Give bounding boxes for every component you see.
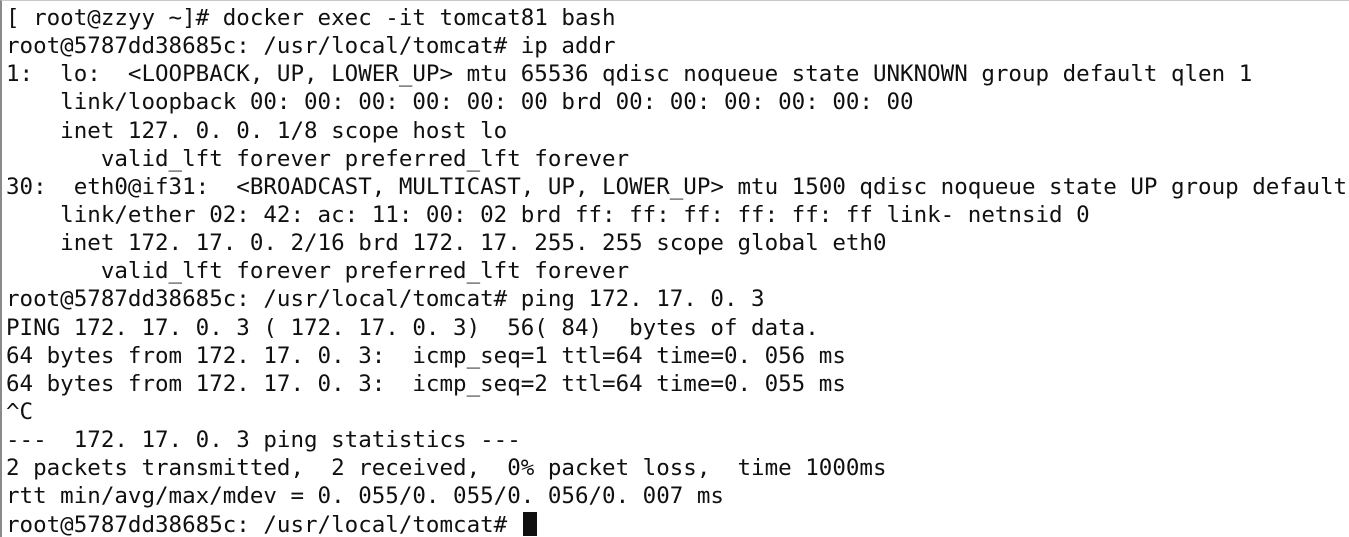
output-line-15: ^C <box>6 398 34 425</box>
text-cursor <box>522 511 537 536</box>
output-line-4: link/loopback 00: 00: 00: 00: 00: 00 brd… <box>6 89 914 116</box>
output-line-2: root@5787dd38685c: /usr/local/tomcat# ip… <box>6 33 616 60</box>
output-line-1: [ root@zzyy ~]# docker exec -it tomcat81… <box>6 5 616 31</box>
output-line-8: link/ether 02: 42: ac: 11: 00: 02 brd ff… <box>6 201 1090 228</box>
output-line-10: valid_lft forever preferred_lft forever <box>6 258 630 285</box>
output-line-14: 64 bytes from 172. 17. 0. 3: icmp_seq=2 … <box>6 370 846 397</box>
output-line-16: --- 172. 17. 0. 3 ping statistics --- <box>6 427 521 454</box>
output-line-6: valid_lft forever preferred_lft forever <box>6 145 630 172</box>
prompt-line[interactable]: root@5787dd38685c: /usr/local/tomcat# <box>6 511 1349 537</box>
terminal-window[interactable]: [ root@zzyy ~]# docker exec -it tomcat81… <box>0 0 1349 537</box>
output-line-12: PING 172. 17. 0. 3 ( 172. 17. 0. 3) 56( … <box>6 314 819 341</box>
output-line-9: inet 172. 17. 0. 2/16 brd 172. 17. 255. … <box>6 230 887 257</box>
output-line-18: rtt min/avg/max/mdev = 0. 055/0. 055/0. … <box>6 483 724 510</box>
shell-prompt: root@5787dd38685c: /usr/local/tomcat# <box>6 511 521 537</box>
output-line-5: inet 127. 0. 0. 1/8 scope host lo <box>6 117 508 144</box>
output-line-3: 1: lo: <LOOPBACK, UP, LOWER_UP> mtu 6553… <box>6 61 1253 88</box>
output-line-7: 30: eth0@if31: <BROADCAST, MULTICAST, UP… <box>6 173 1348 200</box>
output-line-11: root@5787dd38685c: /usr/local/tomcat# pi… <box>6 286 765 313</box>
output-line-17: 2 packets transmitted, 2 received, 0% pa… <box>6 455 887 482</box>
output-line-13: 64 bytes from 172. 17. 0. 3: icmp_seq=1 … <box>6 342 846 369</box>
